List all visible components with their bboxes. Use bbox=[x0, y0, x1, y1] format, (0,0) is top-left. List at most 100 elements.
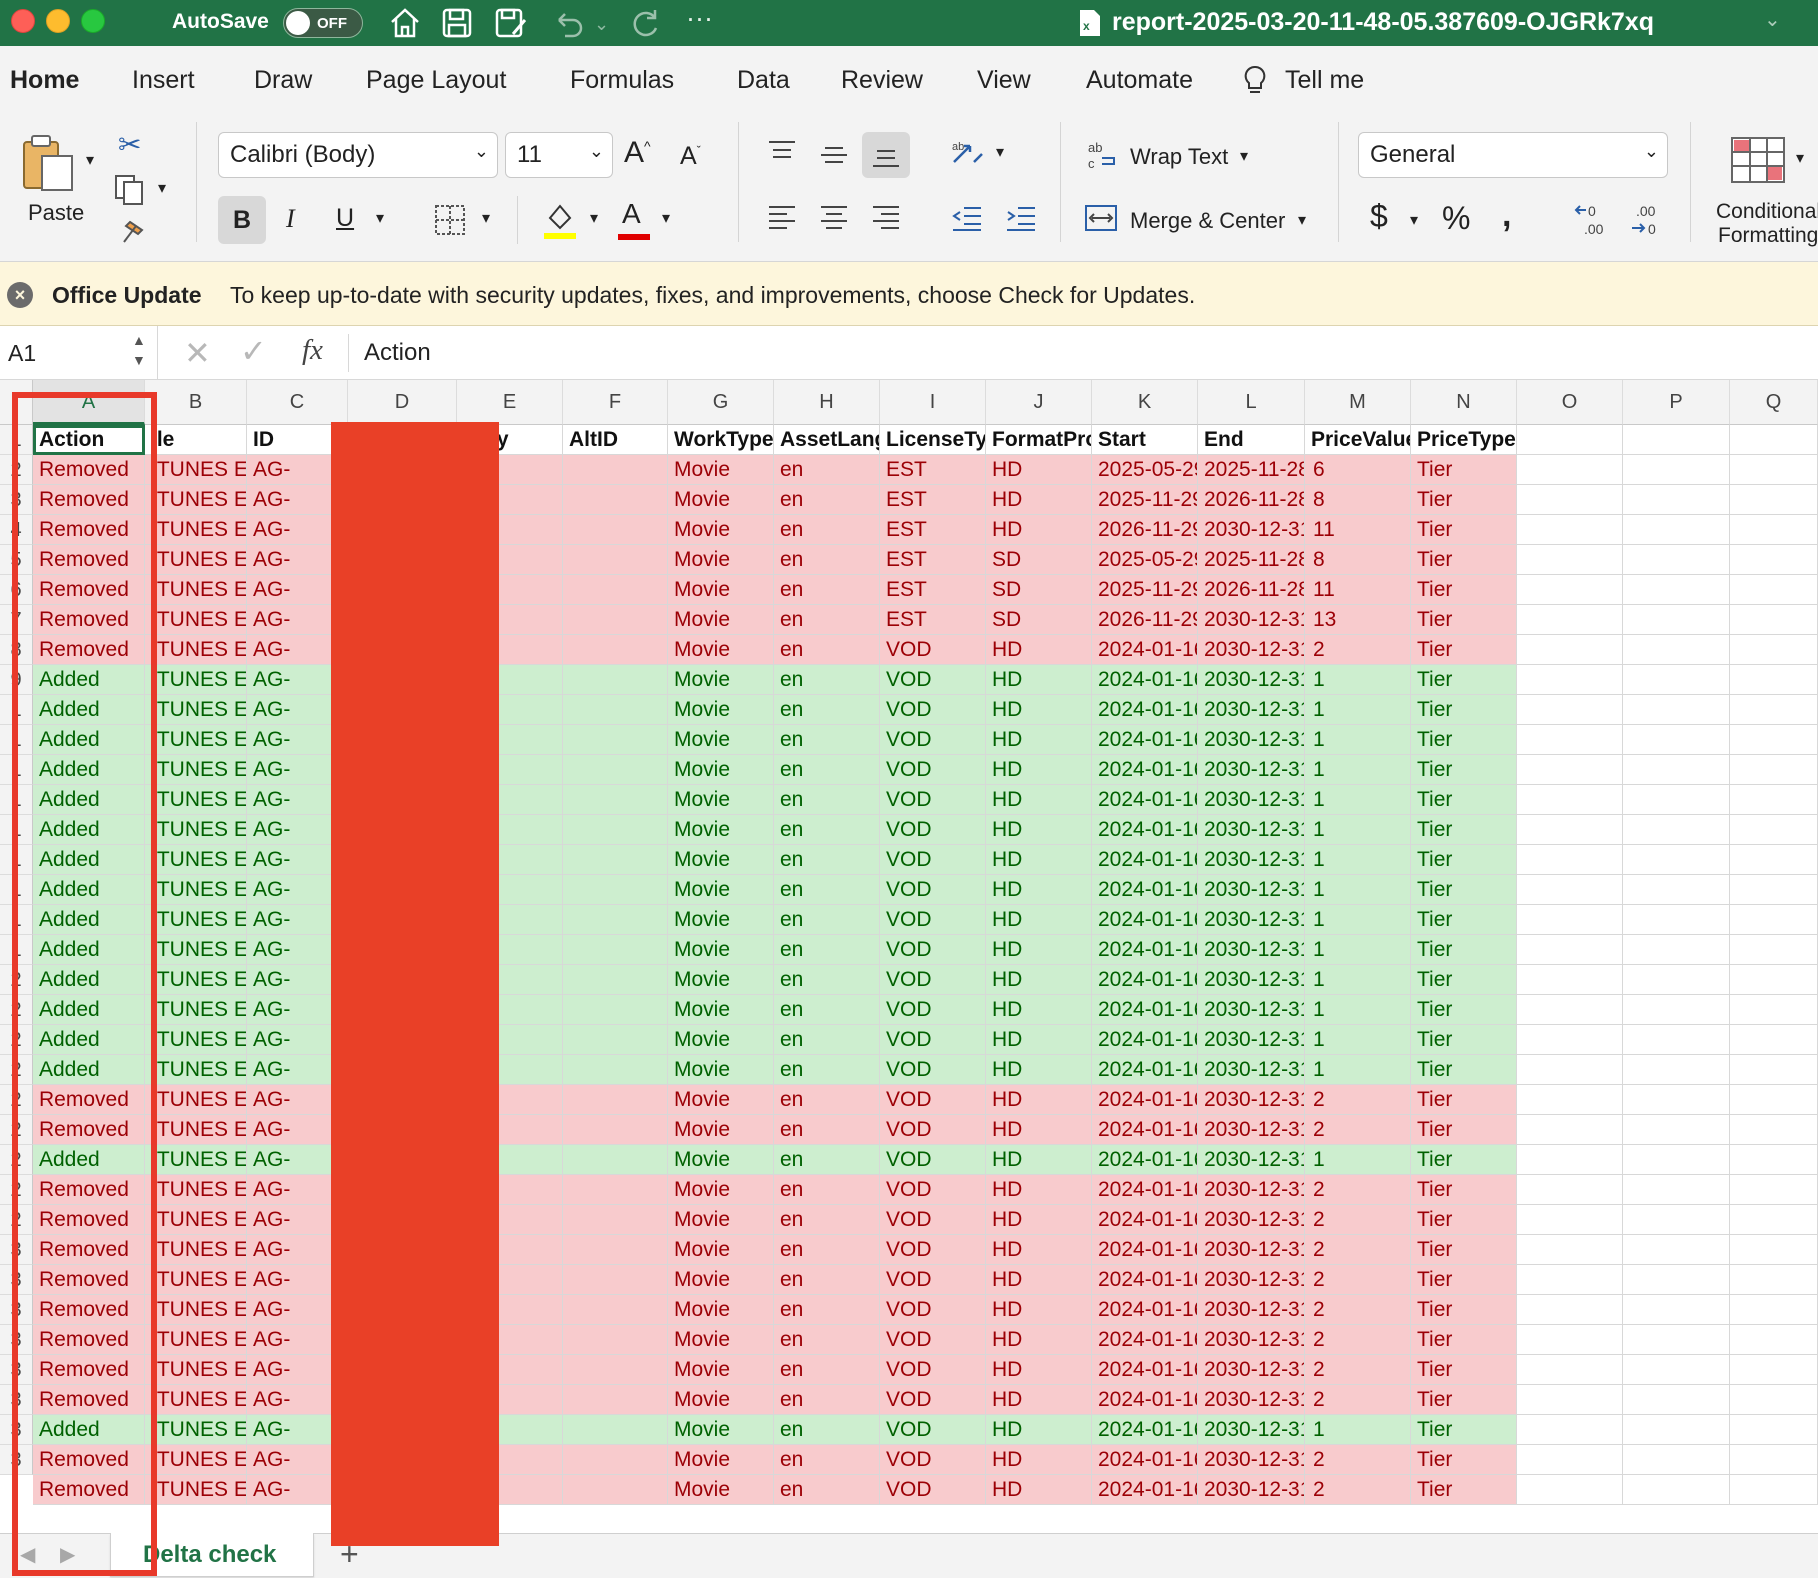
table-cell[interactable]: HD bbox=[986, 1055, 1092, 1085]
currency-dropdown-icon[interactable]: ▾ bbox=[1410, 210, 1418, 230]
table-cell[interactable]: 2 bbox=[1305, 1445, 1411, 1475]
underline-dropdown-icon[interactable]: ▾ bbox=[376, 208, 384, 228]
table-cell[interactable]: EST bbox=[880, 605, 986, 635]
table-cell[interactable]: 2030-12-31 bbox=[1198, 1415, 1305, 1445]
column-header-i[interactable]: I bbox=[880, 380, 986, 425]
table-cell[interactable]: 2024-01-16 bbox=[1092, 995, 1198, 1025]
empty-cell[interactable] bbox=[1623, 1355, 1730, 1385]
table-cell[interactable]: en bbox=[774, 905, 880, 935]
empty-cell[interactable] bbox=[1730, 1205, 1818, 1235]
empty-cell[interactable] bbox=[1623, 905, 1730, 935]
table-cell[interactable]: Movie bbox=[668, 1055, 774, 1085]
table-cell[interactable]: 1 bbox=[1305, 845, 1411, 875]
table-cell[interactable]: 2030-12-31 bbox=[1198, 1145, 1305, 1175]
title-dropdown-icon[interactable]: ⌄ bbox=[1764, 4, 1781, 36]
empty-cell[interactable] bbox=[1730, 785, 1818, 815]
table-cell[interactable]: Tier bbox=[1411, 1325, 1517, 1355]
italic-button[interactable]: I bbox=[286, 204, 295, 234]
font-size-dropdown[interactable]: 11 ⌄ bbox=[505, 132, 613, 178]
table-cell[interactable]: ITUNES EMA bbox=[145, 1475, 247, 1505]
table-cell[interactable]: en bbox=[774, 965, 880, 995]
empty-cell[interactable] bbox=[1517, 605, 1623, 635]
empty-cell[interactable] bbox=[1730, 815, 1818, 845]
table-cell[interactable]: en bbox=[774, 1115, 880, 1145]
empty-cell[interactable] bbox=[1517, 1235, 1623, 1265]
table-cell[interactable]: 2026-11-28 bbox=[1198, 575, 1305, 605]
table-cell[interactable]: 2 bbox=[1305, 1175, 1411, 1205]
table-cell[interactable]: 2030-12-31 bbox=[1198, 875, 1305, 905]
table-cell[interactable]: 2 bbox=[1305, 1205, 1411, 1235]
table-cell[interactable]: 2030-12-31 bbox=[1198, 845, 1305, 875]
table-cell[interactable]: SD bbox=[986, 575, 1092, 605]
table-cell[interactable]: en bbox=[774, 455, 880, 485]
column-header-c[interactable]: C bbox=[247, 380, 348, 425]
table-cell[interactable]: HD bbox=[986, 755, 1092, 785]
table-cell[interactable]: 2 bbox=[1305, 1085, 1411, 1115]
table-cell[interactable]: HD bbox=[986, 725, 1092, 755]
table-cell[interactable]: HD bbox=[986, 965, 1092, 995]
table-cell[interactable]: ITUNES EMA bbox=[145, 1205, 247, 1235]
table-cell[interactable]: VOD bbox=[880, 665, 986, 695]
table-cell[interactable]: Tier bbox=[1411, 1475, 1517, 1505]
empty-cell[interactable] bbox=[1623, 1445, 1730, 1475]
empty-cell[interactable] bbox=[1730, 1175, 1818, 1205]
increase-font-size-icon[interactable]: A^ bbox=[624, 136, 651, 170]
table-cell[interactable]: 2030-12-31 bbox=[1198, 1115, 1305, 1145]
table-cell[interactable]: en bbox=[774, 485, 880, 515]
table-cell[interactable] bbox=[563, 1415, 668, 1445]
copy-icon[interactable] bbox=[112, 172, 146, 206]
empty-cell[interactable] bbox=[1623, 1325, 1730, 1355]
undo-icon[interactable] bbox=[551, 6, 585, 40]
empty-cell[interactable] bbox=[1623, 665, 1730, 695]
empty-cell[interactable] bbox=[1623, 995, 1730, 1025]
table-cell[interactable]: HD bbox=[986, 1295, 1092, 1325]
table-cell[interactable]: ITUNES EMA bbox=[145, 1385, 247, 1415]
empty-cell[interactable] bbox=[1517, 1415, 1623, 1445]
header-cell[interactable]: FormatPro bbox=[986, 425, 1092, 455]
table-cell[interactable]: Tier bbox=[1411, 515, 1517, 545]
empty-cell[interactable] bbox=[1730, 1025, 1818, 1055]
header-cell[interactable]: AltID bbox=[563, 425, 668, 455]
table-cell[interactable]: 2024-01-16 bbox=[1092, 1205, 1198, 1235]
table-cell[interactable]: ITUNES EMA bbox=[145, 1175, 247, 1205]
column-header-j[interactable]: J bbox=[986, 380, 1092, 425]
tab-tell-me[interactable]: Tell me bbox=[1285, 66, 1364, 95]
table-cell[interactable] bbox=[563, 965, 668, 995]
table-cell[interactable]: Tier bbox=[1411, 485, 1517, 515]
table-cell[interactable]: en bbox=[774, 1175, 880, 1205]
table-cell[interactable]: 2030-12-31 bbox=[1198, 815, 1305, 845]
table-cell[interactable]: HD bbox=[986, 1025, 1092, 1055]
table-cell[interactable]: HD bbox=[986, 1445, 1092, 1475]
empty-cell[interactable] bbox=[1517, 1205, 1623, 1235]
empty-cell[interactable] bbox=[1623, 785, 1730, 815]
align-bottom-button[interactable] bbox=[862, 132, 910, 178]
empty-cell[interactable] bbox=[1730, 635, 1818, 665]
table-cell[interactable]: 2030-12-31 bbox=[1198, 1385, 1305, 1415]
table-cell[interactable]: Movie bbox=[668, 455, 774, 485]
table-cell[interactable]: 2024-01-16 bbox=[1092, 785, 1198, 815]
column-header-e[interactable]: E bbox=[457, 380, 563, 425]
table-cell[interactable]: ITUNES EMA bbox=[145, 1415, 247, 1445]
table-cell[interactable]: en bbox=[774, 1325, 880, 1355]
table-cell[interactable] bbox=[563, 455, 668, 485]
empty-cell[interactable] bbox=[1623, 605, 1730, 635]
table-cell[interactable] bbox=[563, 695, 668, 725]
table-cell[interactable]: VOD bbox=[880, 1085, 986, 1115]
table-cell[interactable]: 2030-12-31 bbox=[1198, 665, 1305, 695]
column-header-h[interactable]: H bbox=[774, 380, 880, 425]
table-cell[interactable]: 2025-11-28 bbox=[1198, 545, 1305, 575]
table-cell[interactable]: VOD bbox=[880, 1145, 986, 1175]
table-cell[interactable]: en bbox=[774, 935, 880, 965]
header-cell[interactable]: ile bbox=[145, 425, 247, 455]
empty-cell[interactable] bbox=[1623, 1415, 1730, 1445]
empty-cell[interactable] bbox=[1730, 1475, 1818, 1505]
table-cell[interactable]: en bbox=[774, 695, 880, 725]
empty-cell[interactable] bbox=[1517, 845, 1623, 875]
tab-formulas[interactable]: Formulas bbox=[570, 66, 674, 95]
table-cell[interactable]: ITUNES EMA bbox=[145, 1025, 247, 1055]
table-cell[interactable]: 2025-11-28 bbox=[1198, 455, 1305, 485]
fill-color-icon[interactable] bbox=[542, 200, 578, 240]
table-cell[interactable]: 2026-11-29 bbox=[1092, 515, 1198, 545]
table-cell[interactable]: HD bbox=[986, 485, 1092, 515]
table-cell[interactable]: 2024-01-16 bbox=[1092, 1415, 1198, 1445]
